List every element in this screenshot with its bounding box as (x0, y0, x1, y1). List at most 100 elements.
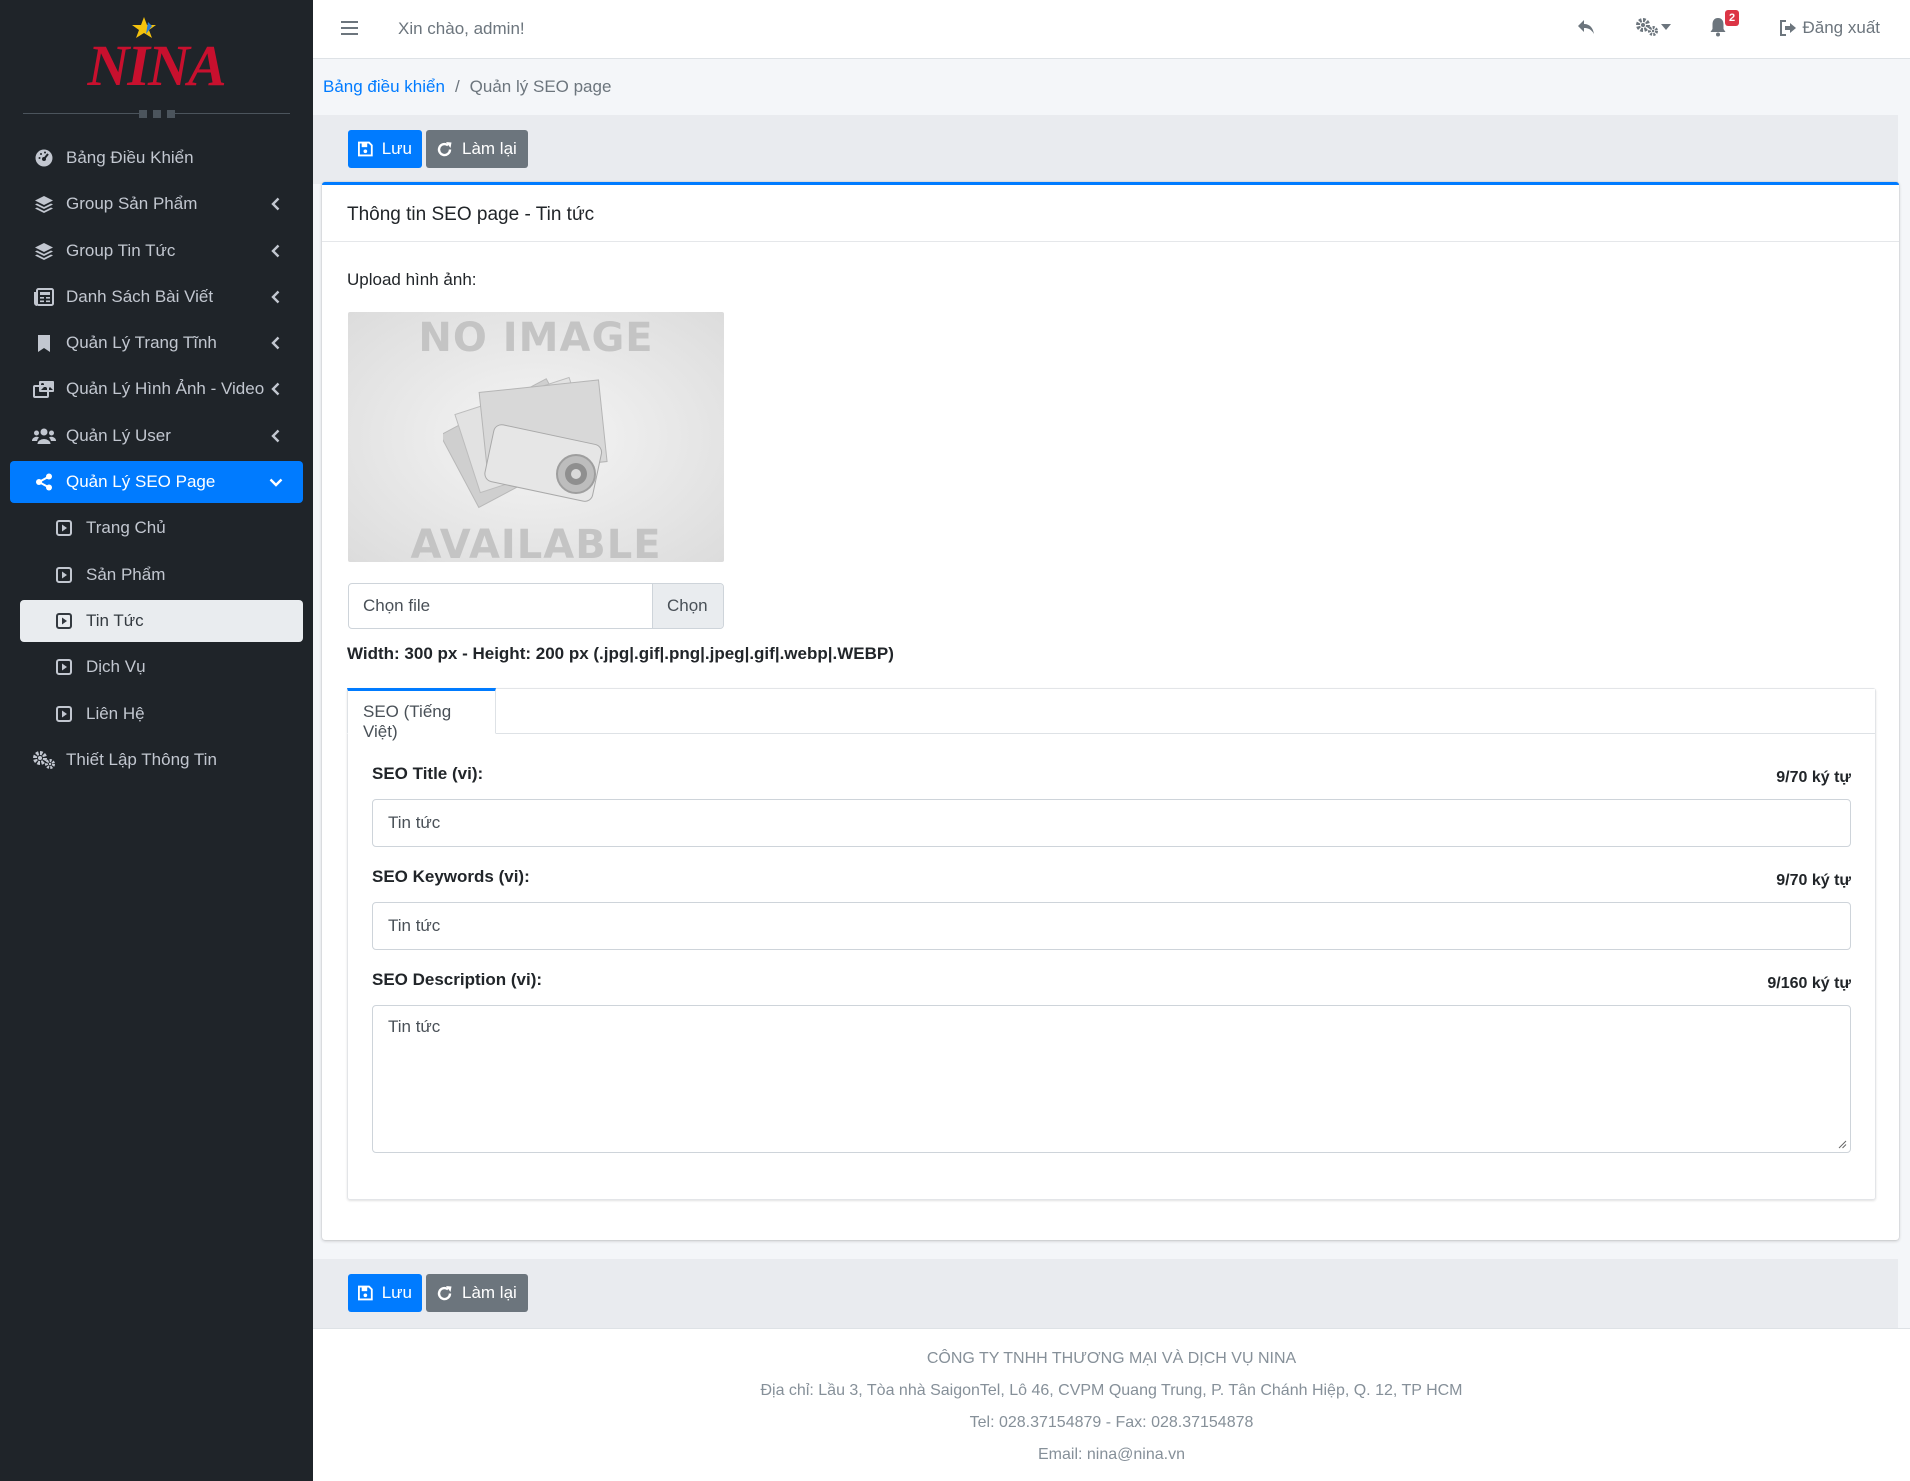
sidebar-subitem-contact[interactable]: Liên Hệ (20, 693, 303, 735)
back-reply-icon[interactable] (1576, 17, 1596, 42)
seo-keywords-input[interactable] (372, 902, 1851, 950)
noimage-text-top: NO IMAGE (418, 315, 654, 361)
sidebar-subitem-label: Trang Chủ (86, 518, 166, 538)
users-icon (32, 426, 56, 446)
chevron-left-icon (271, 197, 280, 211)
sidebar-item-seo-page[interactable]: Quản Lý SEO Page (10, 461, 303, 504)
footer-company: CÔNG TY TNHH THƯƠNG MẠI VÀ DỊCH VỤ NINA (926, 1350, 1297, 1367)
sidebar-item-label: Quản Lý Hình Ảnh - Video (66, 379, 265, 399)
sidebar-item-label: Group Sản Phẩm (66, 194, 198, 214)
reset-button-label: Làm lại (462, 1283, 517, 1302)
image-preview-placeholder: NO IMAGE AVAILABLE (348, 312, 724, 562)
bottom-action-bar: Lưu Làm lại (313, 1259, 1898, 1328)
card-title: Thông tin SEO page - Tin tức (322, 185, 1899, 242)
seo-title-input[interactable] (372, 799, 1851, 847)
notification-count-badge: 2 (1725, 10, 1740, 26)
redo-icon (437, 1285, 452, 1300)
photo-video-icon (32, 379, 56, 399)
footer: CÔNG TY TNHH THƯƠNG MẠI VÀ DỊCH VỤ NINA … (313, 1328, 1910, 1481)
play-square-icon (52, 518, 76, 538)
top-navbar: Xin chào, admin! 2 Đăng xuất (313, 0, 1910, 59)
sidebar-item-label: Danh Sách Bài Viết (66, 286, 214, 306)
file-browse-button[interactable]: Chọn (652, 584, 723, 628)
breadcrumb-current: Quản lý SEO page (469, 77, 612, 96)
upload-image-label: Upload hình ảnh: (347, 270, 477, 289)
sidebar-subitem-services[interactable]: Dịch Vụ (20, 646, 303, 688)
sidebar-item-label: Group Tin Tức (66, 240, 176, 260)
sign-out-icon (1779, 20, 1796, 36)
reset-button-label: Làm lại (462, 139, 517, 158)
nina-logo-icon: NINA (86, 17, 227, 98)
sidebar-subitem-products[interactable]: Sản Phẩm (20, 554, 303, 596)
save-button-label: Lưu (381, 139, 412, 158)
chevron-left-icon (271, 336, 280, 350)
save-button-bottom[interactable]: Lưu (348, 1274, 422, 1312)
sidebar-item-label: Quản Lý User (66, 425, 171, 445)
chevron-left-icon (271, 383, 280, 396)
sidebar-nav: Bảng Điều Khiển Group Sản Phẩm Group Tin… (10, 137, 303, 785)
play-square-icon (52, 611, 76, 631)
hamburger-menu-icon[interactable] (341, 18, 359, 38)
seo-tabs-header: SEO (Tiếng Việt) (347, 688, 1875, 741)
chevron-down-icon (269, 478, 283, 487)
file-upload-input[interactable]: Chọn file Chọn (348, 583, 724, 629)
sidebar-subitem-label: Liên Hệ (86, 703, 145, 723)
bookmark-icon (32, 333, 56, 353)
sidebar-item-group-news[interactable]: Group Tin Tức (10, 230, 303, 272)
play-square-icon (52, 565, 76, 585)
chevron-left-icon (271, 290, 280, 304)
logout-label: Đăng xuất (1802, 18, 1881, 37)
sidebar-item-media[interactable]: Quản Lý Hình Ảnh - Video (10, 368, 303, 410)
save-button-label: Lưu (381, 1283, 412, 1302)
chevron-left-icon (271, 429, 280, 443)
seo-description-label: SEO Description (vi): (372, 970, 543, 989)
sidebar-item-settings[interactable]: Thiết Lập Thông Tin (10, 739, 303, 781)
seo-keywords-label: SEO Keywords (vi): (372, 867, 530, 886)
sidebar-subitem-news[interactable]: Tin Tức (20, 599, 303, 642)
sidebar-subitem-label: Tin Tức (86, 610, 144, 630)
sidebar-subitem-label: Dịch Vụ (86, 657, 146, 677)
chevron-left-icon (271, 244, 280, 257)
floppy-disk-icon (358, 1285, 373, 1301)
layers-icon (32, 194, 56, 214)
noimage-text-bottom: AVAILABLE (410, 522, 662, 562)
tab-seo-vietnamese[interactable]: SEO (Tiếng Việt) (347, 688, 496, 741)
share-icon (32, 472, 56, 492)
file-input-placeholder: Chọn file (363, 596, 431, 615)
svg-text:NINA: NINA (86, 33, 224, 98)
sidebar-item-label: Quản Lý SEO Page (66, 472, 216, 492)
play-square-icon (52, 657, 76, 677)
seo-description-textarea[interactable]: Tin tức (372, 1005, 1851, 1153)
seo-description-value: Tin tức (388, 1017, 441, 1036)
sidebar-subitem-home[interactable]: Trang Chủ (20, 507, 303, 549)
settings-dropdown-icon[interactable] (1635, 17, 1671, 37)
breadcrumb-home-link[interactable]: Bảng điều khiển (323, 77, 445, 96)
top-action-bar: Lưu Làm lại (313, 115, 1898, 184)
camera-photo-icon (443, 376, 608, 509)
sidebar-item-label: Quản Lý Trang Tĩnh (66, 333, 217, 353)
seo-description-char-count: 9/160 ký tự (1767, 975, 1851, 992)
sidebar-item-label: Thiết Lập Thông Tin (66, 749, 217, 769)
notifications-bell-icon[interactable]: 2 (1709, 10, 1740, 42)
sidebar-item-dashboard[interactable]: Bảng Điều Khiển (10, 137, 303, 179)
brand-logo[interactable]: NINA (0, 0, 313, 120)
logout-link[interactable]: Đăng xuất (1779, 18, 1881, 38)
breadcrumb-separator: / (454, 77, 460, 96)
footer-address: Địa chỉ: Lầu 3, Tòa nhà SaigonTel, Lô 46… (760, 1382, 1463, 1399)
seo-keywords-char-count: 9/70 ký tự (1776, 872, 1851, 889)
sidebar-item-posts[interactable]: Danh Sách Bài Viết (10, 276, 303, 318)
seo-title-char-count: 9/70 ký tự (1776, 769, 1851, 786)
sidebar-subitem-label: Sản Phẩm (86, 564, 166, 584)
footer-email: Email: nina@nina.vn (1038, 1446, 1185, 1463)
sidebar-item-group-products[interactable]: Group Sản Phẩm (10, 183, 303, 225)
sidebar-item-users[interactable]: Quản Lý User (10, 415, 303, 457)
resize-handle-icon[interactable] (1838, 1140, 1847, 1149)
reset-button-bottom[interactable]: Làm lại (426, 1274, 528, 1312)
seo-info-card: Thông tin SEO page - Tin tức Upload hình… (322, 182, 1899, 1240)
save-button-top[interactable]: Lưu (348, 130, 422, 168)
floppy-disk-icon (358, 141, 373, 157)
sidebar-item-static-pages[interactable]: Quản Lý Trang Tĩnh (10, 322, 303, 364)
reset-button-top[interactable]: Làm lại (426, 130, 528, 168)
dashboard-icon (32, 148, 56, 168)
greeting-text: Xin chào, admin! (398, 19, 525, 38)
